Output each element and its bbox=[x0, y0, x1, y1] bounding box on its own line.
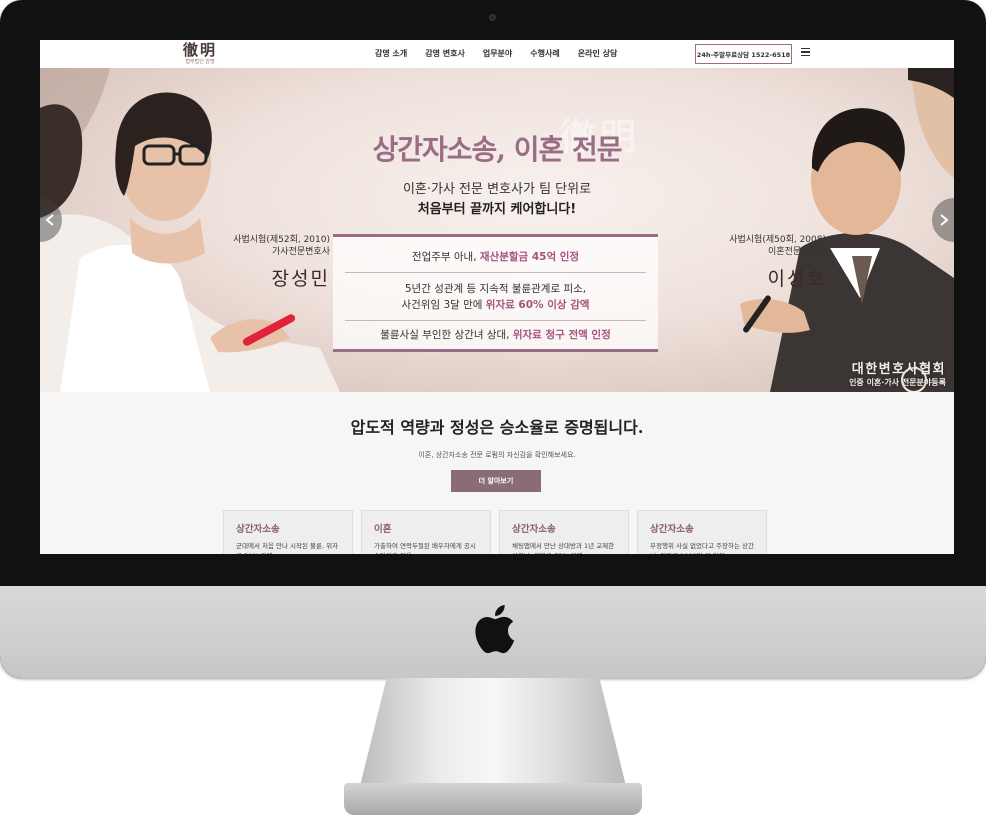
lawyer-right-signature: 이성호 bbox=[767, 268, 826, 290]
achievement-row-1: 전업주부 아내, 재산분할금 45억 인정 bbox=[333, 249, 658, 265]
learn-more-button[interactable]: 더 알아보기 bbox=[451, 470, 541, 492]
achievement-2-line1: 5년간 성관계 등 지속적 불륜관계로 피소, bbox=[404, 283, 587, 295]
website-screen: 徹明 법무법인 감명 감명 소개 감명 변호사 업무분야 수행사례 온라인 상담… bbox=[40, 40, 954, 554]
case-card-desc: 군대에서 처음 만나 시작된 불륜, 위자료 50% 감액 bbox=[236, 542, 339, 554]
achievement-row-2: 5년간 성관계 등 지속적 불륜관계로 피소, 사건위임 3달 만에 위자료 6… bbox=[333, 281, 658, 313]
lawyer-right-photo bbox=[740, 68, 954, 392]
case-cards: 상간자소송 군대에서 처음 만나 시작된 불륜, 위자료 50% 감액 이혼 가… bbox=[223, 510, 767, 554]
case-card[interactable]: 이혼 가출하여 연락두절된 배우자에게 공시송달이혼 인용 bbox=[361, 510, 491, 554]
bar-association-badge: 대한변호사협회 인증 이혼·가사 전문분야등록 bbox=[776, 358, 946, 388]
lawyer-left-signature: 장성민 bbox=[271, 268, 330, 290]
nav-item-about[interactable]: 감명 소개 bbox=[375, 48, 407, 59]
case-card-title: 상간자소송 bbox=[650, 524, 694, 535]
case-card-desc: 채팅앱에서 만난 상대방과 1년 교제한 상간녀, 위자료 75% 감액 bbox=[512, 542, 615, 554]
main-nav: 감명 소개 감명 변호사 업무분야 수행사례 온라인 상담 bbox=[375, 48, 617, 59]
section-subtitle: 이혼, 상간자소송 전문 로펌의 자신감을 확인해보세요. bbox=[418, 451, 576, 459]
chevron-right-icon bbox=[940, 214, 949, 226]
bar-association-name: 대한변호사협회 bbox=[851, 362, 946, 377]
logo-mark: 徹明 bbox=[182, 41, 217, 59]
site-header: 徹明 법무법인 감명 감명 소개 감명 변호사 업무분야 수행사례 온라인 상담… bbox=[40, 40, 954, 68]
lawyer-left-credential-1: 사법시험(제52회, 2010) bbox=[233, 235, 330, 245]
nav-item-online-consult[interactable]: 온라인 상담 bbox=[578, 48, 618, 59]
logo-subtitle: 법무법인 감명 bbox=[185, 59, 215, 65]
nav-item-practice-areas[interactable]: 업무분야 bbox=[483, 48, 512, 59]
lawyer-left-photo bbox=[40, 68, 340, 392]
camera-icon bbox=[489, 14, 496, 21]
case-card-desc: 가출하여 연락두절된 배우자에게 공시송달이혼 인용 bbox=[374, 542, 476, 554]
achievement-2-text: 사건위임 3달 만에 bbox=[401, 299, 486, 311]
lawyer-right-credential-2: 이혼전문변호사 bbox=[768, 247, 826, 257]
achievement-divider bbox=[345, 320, 646, 321]
lawyer-left-info: 사법시험(제52회, 2010) 가사전문변호사 장성민 bbox=[210, 234, 330, 291]
imac-mockup: 徹明 법무법인 감명 감명 소개 감명 변호사 업무분야 수행사례 온라인 상담… bbox=[0, 0, 986, 820]
hero-banner: 徹明 상간자소송, 이혼 전문 이혼·가사 전문 변호사가 팀 단위로 처음부터… bbox=[40, 68, 954, 392]
achievement-3-highlight: 위자료 청구 전액 인정 bbox=[512, 329, 611, 341]
case-card[interactable]: 상간자소송 부정행위 사실 없었다고 주장하는 상간녀, 위자료 1000만 원… bbox=[637, 510, 767, 554]
bar-association-certification: 인증 이혼·가사 전문분야등록 bbox=[849, 378, 946, 387]
phone-consult-button[interactable]: 24h-주말무료상담 1522-6518 bbox=[695, 44, 792, 64]
lawyer-right-credential-1: 사법시험(제50회, 2008) bbox=[729, 235, 826, 245]
case-card-title: 상간자소송 bbox=[236, 524, 280, 535]
case-card[interactable]: 상간자소송 군대에서 처음 만나 시작된 불륜, 위자료 50% 감액 bbox=[223, 510, 353, 554]
chevron-left-icon bbox=[45, 214, 54, 226]
win-rate-section: 압도적 역량과 정성은 승소율로 증명됩니다. 이혼, 상간자소송 전문 로펌의… bbox=[40, 392, 954, 554]
nav-item-lawyers[interactable]: 감명 변호사 bbox=[425, 48, 465, 59]
lawyer-left-credential-2: 가사전문변호사 bbox=[272, 247, 330, 257]
case-card-title: 상간자소송 bbox=[512, 524, 556, 535]
achievement-2-highlight: 위자료 60% 이상 감액 bbox=[485, 299, 590, 311]
hero-achievements-box: 전업주부 아내, 재산분할금 45억 인정 5년간 성관계 등 지속적 불륜관계… bbox=[333, 234, 658, 352]
imac-stand-foot bbox=[344, 783, 642, 815]
section-title: 압도적 역량과 정성은 승소율로 증명됩니다. bbox=[350, 418, 644, 437]
lawyer-right-info: 사법시험(제50회, 2008) 이혼전문변호사 이성호 bbox=[690, 234, 826, 291]
hamburger-menu-icon[interactable] bbox=[801, 48, 810, 57]
achievement-3-text: 불륜사실 부인한 상간녀 상대, bbox=[380, 329, 513, 341]
case-card-desc: 부정행위 사실 없었다고 주장하는 상간녀, 위자료 1000만 원 인정 bbox=[650, 542, 754, 554]
achievement-divider bbox=[345, 272, 646, 273]
achievement-1-highlight: 재산분할금 45억 인정 bbox=[479, 251, 580, 263]
achievement-1-text: 전업주부 아내, bbox=[411, 251, 480, 263]
site-logo[interactable]: 徹明 법무법인 감명 bbox=[176, 42, 224, 66]
hero-title: 상간자소송, 이혼 전문 bbox=[372, 133, 622, 166]
apple-logo-icon bbox=[475, 605, 515, 654]
case-card[interactable]: 상간자소송 채팅앱에서 만난 상대방과 1년 교제한 상간녀, 위자료 75% … bbox=[499, 510, 629, 554]
hero-subtitle-line1: 이혼·가사 전문 변호사가 팀 단위로 bbox=[402, 182, 592, 197]
achievement-row-3: 불륜사실 부인한 상간녀 상대, 위자료 청구 전액 인정 bbox=[333, 327, 658, 343]
imac-stand-neck bbox=[360, 678, 626, 786]
hero-subtitle-line2: 처음부터 끝까지 케어합니다! bbox=[417, 202, 577, 217]
nav-item-cases[interactable]: 수행사례 bbox=[530, 48, 559, 59]
case-card-title: 이혼 bbox=[374, 524, 392, 535]
